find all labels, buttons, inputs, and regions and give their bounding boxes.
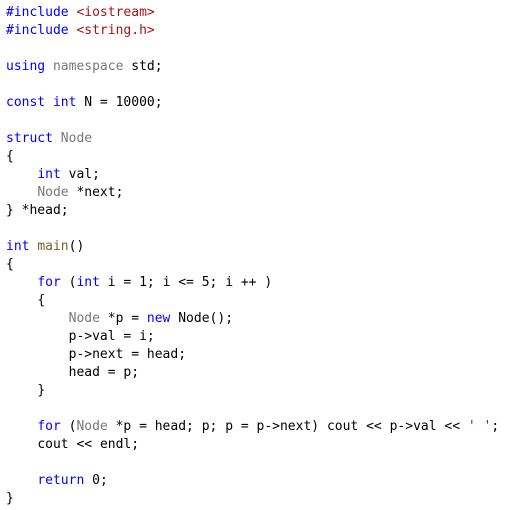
id-val: val xyxy=(69,167,92,182)
header-string-h: <string.h> xyxy=(76,23,154,38)
id-cout: cout xyxy=(37,437,68,452)
type-node: Node xyxy=(37,185,68,200)
type-int: int xyxy=(37,167,60,182)
kw-for: for xyxy=(37,275,60,290)
kw-namespace: namespace xyxy=(53,59,123,74)
type-int: int xyxy=(53,95,76,110)
func-main: main xyxy=(37,239,68,254)
id-n: N xyxy=(84,95,92,110)
kw-struct: struct xyxy=(6,131,53,146)
id-head: head xyxy=(29,203,60,218)
num-10000: 10000 xyxy=(116,95,155,110)
header-iostream: <iostream> xyxy=(76,5,154,20)
preproc-include: #include xyxy=(6,23,69,38)
type-node: Node xyxy=(76,419,107,434)
id-i: i xyxy=(108,275,116,290)
kw-return: return xyxy=(37,473,84,488)
call-node: Node() xyxy=(178,311,225,326)
kw-for: for xyxy=(37,419,60,434)
kw-new: new xyxy=(147,311,170,326)
kw-const: const xyxy=(6,95,45,110)
id-endl: endl xyxy=(100,437,131,452)
ns-std: std xyxy=(131,59,154,74)
char-literal-space: ' ' xyxy=(468,419,491,434)
id-next: next xyxy=(84,185,115,200)
type-int: int xyxy=(6,239,29,254)
id-cout: cout xyxy=(327,419,358,434)
preproc-include: #include xyxy=(6,5,69,20)
kw-using: using xyxy=(6,59,45,74)
type-node: Node xyxy=(69,311,100,326)
type-node: Node xyxy=(61,131,92,146)
code-block: #include <iostream> #include <string.h> … xyxy=(0,0,530,510)
type-int: int xyxy=(76,275,99,290)
